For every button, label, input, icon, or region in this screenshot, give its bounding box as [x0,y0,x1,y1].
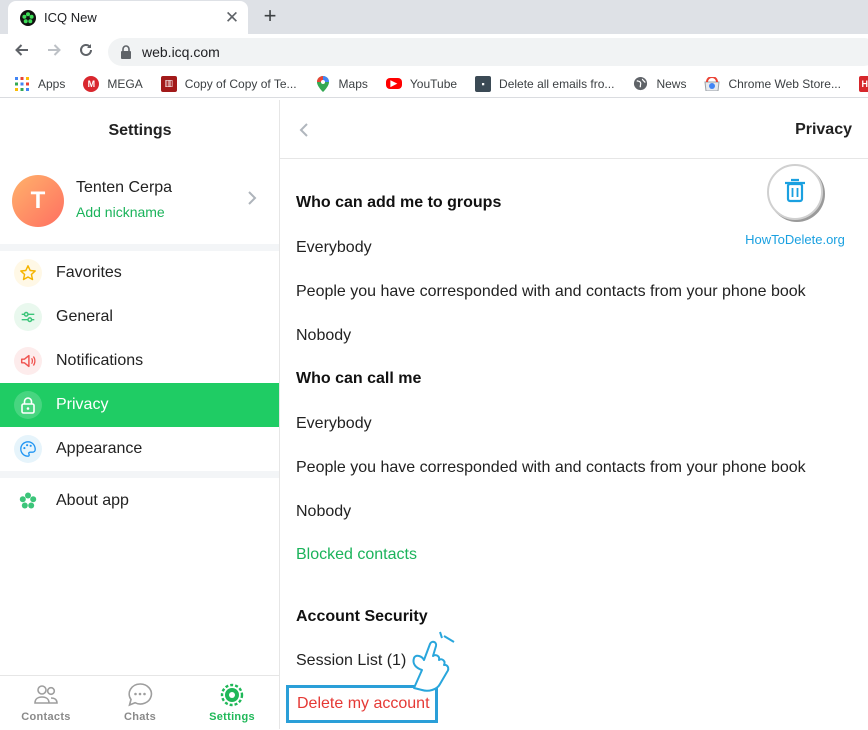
reload-icon[interactable] [74,40,98,64]
sidebar-title: Settings [108,122,172,139]
sidebar-item-appearance[interactable]: Appearance [0,427,279,471]
groups-section-title: Who can add me to groups [296,194,502,211]
trash-logo-circle [767,164,823,220]
watermark-text: HowToDelete.org [745,232,845,247]
sidebar-item-label: Privacy [56,396,109,413]
avatar: T [12,175,64,227]
profile-card[interactable]: T Tenten Cerpa Add nickname [0,166,280,244]
nav-label: Contacts [21,711,71,723]
back-chevron-icon[interactable] [296,120,312,140]
add-nickname-link[interactable]: Add nickname [76,204,165,220]
bookmark-label: Apps [38,76,66,91]
tab-title: ICQ New [44,10,97,25]
bookmark-copy-doc[interactable]: ▥ Copy of Copy of Te... [160,75,297,92]
browser-toolbar: web.icq.com [0,34,868,70]
section-divider [0,244,279,251]
groups-option-everybody[interactable]: Everybody [296,239,372,257]
url-text: web.icq.com [142,44,220,60]
sidebar-item-label: General [56,308,113,325]
chrome-store-icon [704,76,721,92]
browser-tabstrip: ICQ New ✕ + [0,0,868,34]
lock-icon [120,45,132,59]
section-divider [0,471,279,478]
globe-icon [632,76,648,92]
sidebar-item-favorites[interactable]: Favorites [0,251,279,295]
speaker-icon [14,347,42,375]
palette-icon [14,435,42,463]
session-list-link[interactable]: Session List (1) [296,652,406,670]
bookmark-chrome-store[interactable]: Chrome Web Store... [704,76,841,92]
hc-icon: HC [858,75,868,92]
bookmark-maps[interactable]: Maps [315,75,368,92]
bookmark-hc[interactable]: HC [858,75,868,92]
groups-option-nobody[interactable]: Nobody [296,327,351,345]
bookmark-apps[interactable]: Apps [14,76,65,92]
generic-page-icon: ▪ [475,75,492,92]
call-option-contacts[interactable]: People you have corresponded with and co… [296,459,806,477]
back-arrow-icon[interactable] [10,40,34,64]
settings-sidebar: Settings T Tenten Cerpa Add nickname Fav… [0,100,280,729]
call-option-nobody[interactable]: Nobody [296,503,351,521]
profile-name: Tenten Cerpa [76,179,173,196]
chat-bubble-icon [127,682,153,708]
bookmark-label: Delete all emails fro... [499,76,615,91]
lock-icon [14,391,42,419]
nav-contacts[interactable]: Contacts [0,676,90,730]
tab-close-icon[interactable]: ✕ [222,8,242,28]
sidebar-item-label: Notifications [56,352,144,369]
nav-settings[interactable]: Settings [186,676,276,730]
bookmark-label: News [656,76,687,91]
bookmark-label: Maps [338,76,368,91]
groups-option-contacts[interactable]: People you have corresponded with and co… [296,283,806,301]
address-bar[interactable]: web.icq.com [108,38,868,66]
sidebar-item-label: About app [56,492,129,509]
bookmark-delete-emails[interactable]: ▪ Delete all emails fro... [475,75,615,92]
maps-pin-icon [315,75,331,92]
trash-icon [785,178,805,203]
blocked-contacts-link[interactable]: Blocked contacts [296,546,417,564]
youtube-icon: ▶ [385,78,402,89]
sidebar-item-general[interactable]: General [0,295,279,339]
account-security-title: Account Security [296,608,428,625]
bookmarks-bar: Apps M MEGA ▥ Copy of Copy of Te... Maps… [0,70,868,98]
icq-flower-icon [14,487,42,515]
bookmark-label: Chrome Web Store... [728,76,841,91]
doc-icon: ▥ [160,75,177,92]
page-title: Privacy [795,121,852,138]
icq-app: Settings T Tenten Cerpa Add nickname Fav… [0,100,868,729]
sidebar-item-notifications[interactable]: Notifications [0,339,279,383]
contacts-icon [33,682,59,708]
icq-favicon-icon [20,9,36,26]
chevron-right-icon [244,188,260,208]
nav-label: Settings [209,711,255,723]
sidebar-item-label: Appearance [56,440,143,457]
bookmark-label: MEGA [107,76,143,91]
sidebar-item-label: Favorites [56,264,122,281]
bookmark-youtube[interactable]: ▶ YouTube [385,76,458,91]
bookmark-label: Copy of Copy of Te... [184,76,297,91]
call-option-everybody[interactable]: Everybody [296,415,372,433]
panel-header: Privacy [280,100,868,159]
sidebar-item-privacy[interactable]: Privacy [0,383,279,427]
bottom-navigation: Contacts Chats Settings [0,675,279,729]
apps-grid-icon [14,76,30,92]
browser-tab[interactable]: ICQ New ✕ [8,1,248,34]
privacy-panel: Privacy Who can add me to groups Everybo… [280,100,868,729]
forward-arrow-icon[interactable] [42,40,66,64]
bookmark-label: YouTube [409,76,458,91]
delete-account-button[interactable]: Delete my account [297,695,430,713]
bookmark-news[interactable]: News [632,76,686,92]
nav-label: Chats [123,711,157,723]
call-section-title: Who can call me [296,370,422,387]
bookmark-mega[interactable]: M MEGA [83,75,143,92]
new-tab-button[interactable]: + [258,5,282,29]
star-icon [14,259,42,287]
sidebar-item-about[interactable]: About app [0,479,279,523]
sliders-icon [14,303,42,331]
settings-gear-icon [219,682,245,708]
pointing-hand-icon [400,630,460,694]
mega-icon: M [83,75,100,92]
nav-chats[interactable]: Chats [94,676,184,730]
